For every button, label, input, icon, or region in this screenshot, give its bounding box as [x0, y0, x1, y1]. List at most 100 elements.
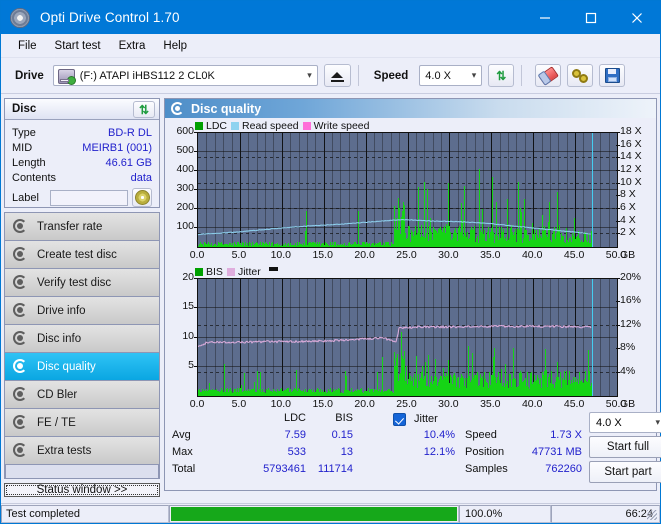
y-tick-mark [194, 189, 198, 190]
disc-label-apply-button[interactable] [132, 188, 152, 207]
y2-tick-mark [616, 195, 620, 197]
y-tick-mark [194, 132, 198, 133]
gears-icon [572, 68, 589, 83]
disc-test-icon [12, 414, 29, 431]
y2-tick-mark [616, 208, 620, 209]
maximize-button[interactable] [568, 1, 614, 34]
erase-button[interactable] [535, 64, 562, 87]
y-tick-label: 300 [176, 182, 194, 194]
refresh-button[interactable]: ⇅ [488, 64, 515, 87]
eject-button[interactable] [323, 64, 351, 87]
y-tick-mark [194, 336, 198, 338]
y2-tick-label: 4% [620, 364, 636, 377]
y2-tick-mark [616, 301, 620, 303]
disc-row-contents: Contents data [12, 170, 152, 185]
y2-tick-label: 8 X [620, 188, 636, 201]
toolbar: Drive (F:) ATAPI iHBS112 2 CL0K ▾ Speed … [1, 58, 660, 94]
menu-file[interactable]: File [9, 38, 46, 54]
x-tick-label: 35.0 [480, 249, 501, 261]
menu-help-label: Help [163, 39, 188, 52]
result-speed-select[interactable]: 4.0 X ▾ [589, 412, 661, 433]
sidebar-item-fe-te[interactable]: FE / TE [5, 409, 159, 437]
position-stat-value: 47731 MB [531, 446, 582, 458]
jitter-max-value: 12.1% [423, 446, 455, 458]
menu-help[interactable]: Help [154, 38, 196, 54]
sidebar-item-disc-info[interactable]: Disc info [5, 325, 159, 353]
gridline-vertical-major [617, 279, 618, 396]
sidebar-item-create-test-disc[interactable]: Create test disc [5, 241, 159, 269]
y2-tick-mark [616, 348, 620, 350]
status-window-button-label: Status window >> [36, 484, 128, 496]
jitter-checkbox[interactable] [393, 413, 406, 426]
stats-row-max-bis: 13 [340, 446, 353, 458]
status-window-button[interactable]: Status window >> [4, 483, 160, 497]
drive-label: Drive [15, 69, 44, 82]
sidebar-item-drive-info[interactable]: Drive info [5, 297, 159, 325]
disc-quality-icon [171, 102, 184, 115]
page-title: Disc quality [191, 101, 262, 116]
sidebar-item-label: Transfer rate [37, 220, 103, 233]
y2-tick-label: 18 X [620, 125, 642, 137]
minimize-button[interactable] [522, 1, 568, 34]
resize-grip-icon[interactable] [647, 510, 657, 520]
start-full-button[interactable]: Start full [589, 436, 661, 458]
drive-select[interactable]: (F:) ATAPI iHBS112 2 CL0K ▾ [52, 65, 318, 86]
sidebar-item-label: Extra tests [37, 444, 92, 457]
chart-cursor-line[interactable] [591, 133, 594, 247]
x-tick-label: 15.0 [312, 249, 333, 261]
refresh-icon: ⇅ [496, 68, 507, 83]
disc-label-input[interactable] [50, 189, 128, 206]
disc-refresh-button[interactable]: ⇅ [133, 101, 155, 118]
y2-tick-label: 8% [620, 341, 636, 354]
disc-row-mid-value: MEIRB1 (001) [82, 141, 152, 154]
y2-tick-label: 4 X [620, 213, 636, 226]
speed-select-value: 4.0 X [425, 69, 451, 82]
y2-tick-label: 12% [620, 317, 642, 330]
drive-icon [57, 69, 76, 85]
samples-stat-value: 762260 [545, 463, 582, 475]
chart-series-read-speed [198, 218, 592, 236]
y-tick-label: 15 [182, 300, 194, 313]
y-tick-mark [194, 278, 198, 279]
disc-row-type-key: Type [12, 126, 36, 139]
y2-tick-mark [616, 233, 620, 235]
start-part-button[interactable]: Start part [589, 461, 661, 483]
menu-start-test[interactable]: Start test [46, 38, 110, 54]
speed-select[interactable]: 4.0 X ▾ [419, 65, 483, 86]
legend-item-ldc: LDC [195, 120, 227, 132]
y-tick-mark [194, 307, 198, 309]
y2-tick-mark [616, 132, 620, 133]
eraser-icon [537, 65, 559, 86]
sidebar-item-verify-test-disc[interactable]: Verify test disc [5, 269, 159, 297]
x-tick-label: 25.0 [396, 249, 417, 261]
jitter-avg-value: 10.4% [423, 429, 455, 441]
menu-extra[interactable]: Extra [110, 38, 155, 54]
toolbar-divider-1 [357, 65, 359, 86]
sidebar-item-label: CD Bler [37, 388, 78, 401]
nav-list-filler [5, 465, 159, 479]
stats-header-ldc: LDC [283, 412, 306, 424]
disc-info-rows: Type BD-R DL MID MEIRB1 (001) Length 46.… [5, 120, 159, 185]
sidebar-item-disc-quality[interactable]: Disc quality [5, 353, 159, 381]
save-button[interactable] [599, 64, 626, 87]
legend-swatch-jitter [226, 268, 235, 276]
legend-item-read-speed: Read speed [231, 120, 299, 132]
sidebar-item-transfer-rate[interactable]: Transfer rate [5, 213, 159, 241]
bis-chart-plot[interactable] [197, 278, 618, 397]
y2-tick-mark [616, 324, 620, 326]
x-tick-label: 30.0 [438, 249, 459, 261]
sidebar-item-cd-bler[interactable]: CD Bler [5, 381, 159, 409]
position-stat-label: Position [465, 446, 505, 458]
ldc-chart-legend: LDC Read speed Write speed [195, 120, 370, 132]
legend-swatch-read-speed [231, 122, 240, 130]
charts-area: LDC Read speed Write speed BIS Jitter 10… [165, 118, 656, 410]
sidebar-item-extra-tests[interactable]: Extra tests [5, 437, 159, 465]
speed-stat-value: 1.73 X [550, 429, 582, 441]
close-button[interactable] [614, 1, 660, 34]
y2-tick-label: 16% [620, 294, 642, 307]
ldc-chart-plot[interactable] [197, 132, 618, 248]
y-tick-label: 600 [176, 125, 194, 137]
settings-button[interactable] [567, 64, 594, 87]
sidebar-item-label: FE / TE [37, 416, 76, 429]
chart-cursor-line[interactable] [591, 279, 594, 396]
